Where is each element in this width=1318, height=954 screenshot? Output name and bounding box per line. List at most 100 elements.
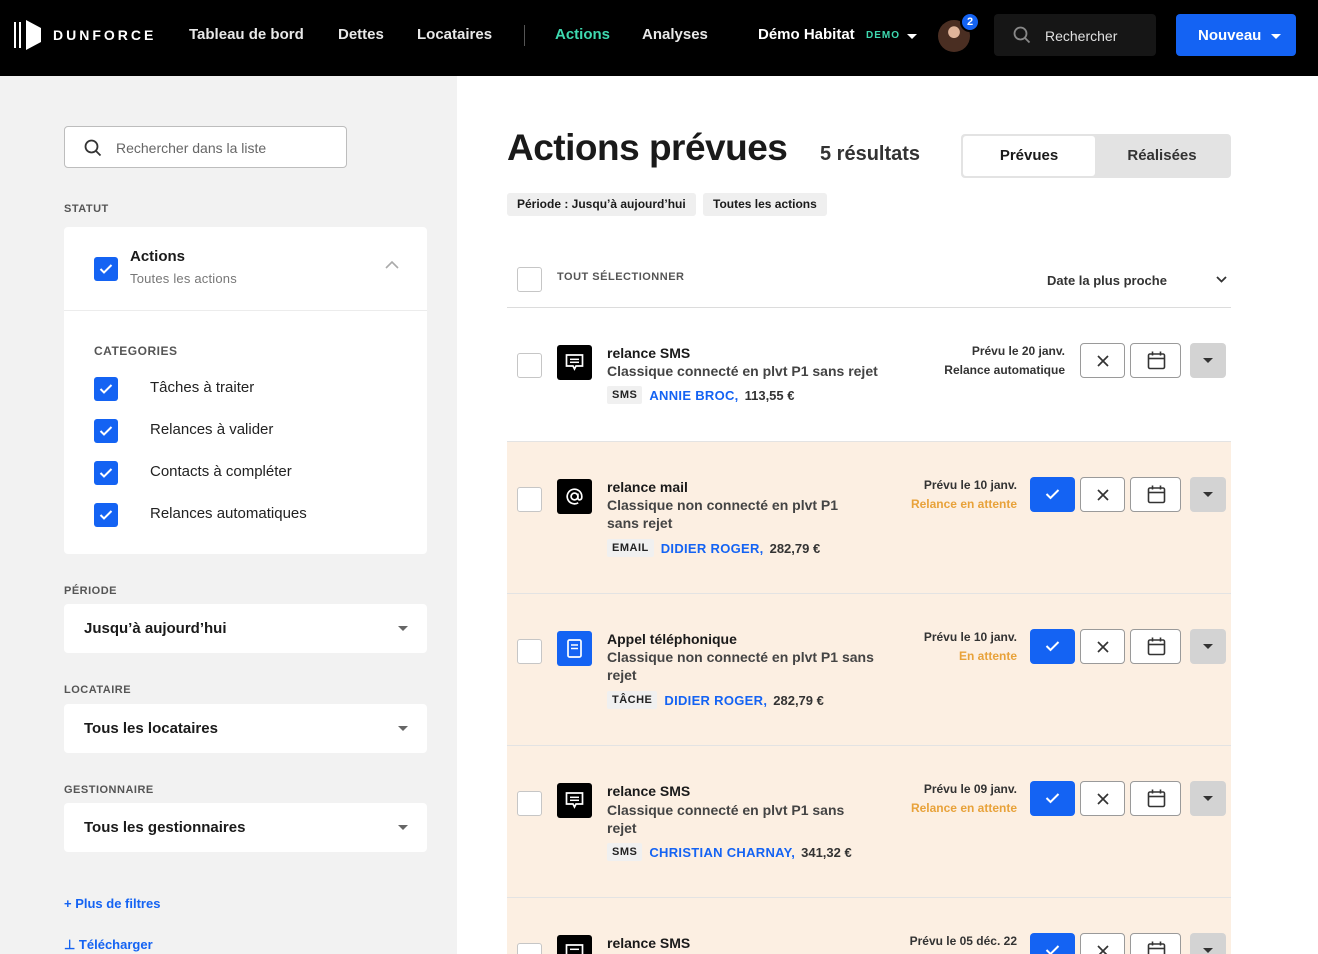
tenant-link[interactable]: DIDIER ROGER, [661, 541, 764, 556]
tab-realisees[interactable]: Réalisées [1095, 136, 1229, 176]
dismiss-button[interactable] [1080, 343, 1125, 378]
check-icon [1045, 489, 1060, 500]
calendar-icon [1147, 637, 1166, 656]
calendar-icon [1147, 789, 1166, 808]
org-switcher[interactable]: Démo Habitat [758, 26, 855, 43]
action-row[interactable]: relance SMS Classique connecté en plvt P… [507, 308, 1231, 442]
row-checkbox[interactable] [517, 943, 542, 954]
row-description: Classique non connecté en plvt P1 sans r… [607, 649, 874, 683]
brand-name: DUNFORCE [53, 27, 157, 43]
row-checkbox[interactable] [517, 791, 542, 816]
category-auto-label[interactable]: Relances automatiques [150, 505, 307, 522]
dismiss-button[interactable] [1080, 629, 1125, 664]
tenant-link[interactable]: CHRISTIAN CHARNAY, [649, 845, 795, 860]
statut-title: Actions [130, 248, 186, 265]
more-options-button[interactable] [1190, 343, 1226, 378]
category-checkbox-relances[interactable] [94, 419, 118, 443]
message-glyph-icon [565, 354, 584, 371]
dismiss-button[interactable] [1080, 477, 1125, 512]
caret-down-icon [398, 626, 408, 631]
tab-prevues[interactable]: Prévues [963, 136, 1095, 176]
more-options-button[interactable] [1190, 629, 1226, 664]
org-caret-icon[interactable] [907, 34, 917, 39]
nav-locataires[interactable]: Locataires [417, 26, 492, 43]
nav-tableau-de-bord[interactable]: Tableau de bord [189, 26, 304, 43]
validate-button[interactable] [1030, 477, 1075, 512]
action-row[interactable]: Appel téléphonique Classique non connect… [507, 594, 1231, 746]
filter-chip-actions[interactable]: Toutes les actions [703, 193, 827, 216]
global-search-input[interactable]: Rechercher [994, 14, 1156, 56]
sort-select[interactable]: Date la plus proche [1047, 273, 1167, 288]
select-all-label[interactable]: TOUT SÉLECTIONNER [557, 271, 684, 283]
row-meta: SMS CHRISTIAN CHARNAY, 341,32 € [607, 843, 852, 861]
tenant-link[interactable]: DIDIER ROGER, [664, 693, 767, 708]
category-checkbox-contacts[interactable] [94, 461, 118, 485]
row-status: Relance en attente [910, 497, 1017, 511]
more-options-button[interactable] [1190, 477, 1226, 512]
close-icon [1097, 355, 1109, 367]
sms-icon [557, 783, 592, 818]
list-search-input[interactable]: Rechercher dans la liste [64, 126, 347, 168]
periode-select[interactable]: Jusqu’à aujourd’hui [64, 604, 427, 653]
periode-value: Jusqu’à aujourd’hui [84, 620, 227, 637]
validate-button[interactable] [1030, 781, 1075, 816]
calendar-icon [1147, 351, 1166, 370]
nav-actions[interactable]: Actions [555, 26, 610, 43]
tenant-link[interactable]: ANNIE BROC, [649, 388, 738, 403]
select-all-checkbox[interactable] [517, 267, 542, 292]
row-checkbox[interactable] [517, 353, 542, 378]
reschedule-button[interactable] [1130, 781, 1181, 816]
row-date: Prévu le 10 janv. [923, 478, 1017, 492]
filter-chip-periode[interactable]: Période : Jusqu’à aujourd’hui [507, 193, 696, 216]
chevron-up-icon[interactable] [385, 261, 399, 269]
at-icon [557, 479, 592, 514]
list-search-placeholder: Rechercher dans la liste [116, 140, 267, 156]
chevron-down-icon[interactable] [1216, 276, 1227, 283]
gestionnaire-select[interactable]: Tous les gestionnaires [64, 803, 427, 852]
more-options-button[interactable] [1190, 933, 1226, 954]
search-icon [84, 139, 102, 157]
row-type-badge: SMS [607, 386, 643, 404]
category-taches-label[interactable]: Tâches à traiter [150, 379, 254, 396]
reschedule-button[interactable] [1130, 477, 1181, 512]
category-contacts-label[interactable]: Contacts à compléter [150, 463, 292, 480]
more-filters-link[interactable]: + Plus de filtres [64, 896, 160, 911]
nav-divider [524, 25, 525, 46]
row-meta: SMS ANNIE BROC, 113,55 € [607, 386, 794, 404]
category-relances-label[interactable]: Relances à valider [150, 421, 273, 438]
dismiss-button[interactable] [1080, 781, 1125, 816]
reschedule-button[interactable] [1130, 343, 1181, 378]
row-status: Relance en attente [910, 801, 1017, 815]
row-title: relance SMS [607, 345, 691, 361]
check-icon [99, 510, 113, 520]
page-title: Actions prévues [507, 127, 788, 168]
row-date: Prévu le 10 janv. [923, 630, 1017, 644]
category-checkbox-taches[interactable] [94, 377, 118, 401]
dunforce-logo[interactable]: DUNFORCE [14, 20, 156, 50]
reschedule-button[interactable] [1130, 933, 1181, 954]
row-checkbox[interactable] [517, 639, 542, 664]
filter-sidebar: Rechercher dans la liste STATUT Actions … [0, 76, 457, 954]
row-amount: 341,32 € [801, 844, 852, 860]
action-row[interactable]: relance SMS Classique connecté en plvt P… [507, 746, 1231, 898]
locataire-select[interactable]: Tous les locataires [64, 704, 427, 753]
row-title: relance SMS [607, 935, 691, 951]
notification-badge[interactable]: 2 [960, 12, 980, 32]
nav-dettes[interactable]: Dettes [338, 26, 384, 43]
action-row[interactable]: relance mail Classique non connecté en p… [507, 442, 1231, 594]
check-icon [99, 384, 113, 394]
validate-button[interactable] [1030, 629, 1075, 664]
validate-button[interactable] [1030, 933, 1075, 954]
dismiss-button[interactable] [1080, 933, 1125, 954]
actions-checkbox[interactable] [94, 257, 118, 281]
more-options-button[interactable] [1190, 781, 1226, 816]
reschedule-button[interactable] [1130, 629, 1181, 664]
new-button[interactable]: Nouveau [1176, 14, 1296, 56]
row-description: Classique connecté en plvt P1 sans rejet [607, 363, 878, 379]
action-row[interactable]: relance SMS Prévu le 05 déc. 22 [507, 898, 1231, 954]
download-link[interactable]: ⊥ Télécharger [64, 937, 153, 953]
category-checkbox-auto[interactable] [94, 503, 118, 527]
nav-analyses[interactable]: Analyses [642, 26, 708, 43]
row-checkbox[interactable] [517, 487, 542, 512]
row-date: Prévu le 09 janv. [923, 782, 1017, 796]
